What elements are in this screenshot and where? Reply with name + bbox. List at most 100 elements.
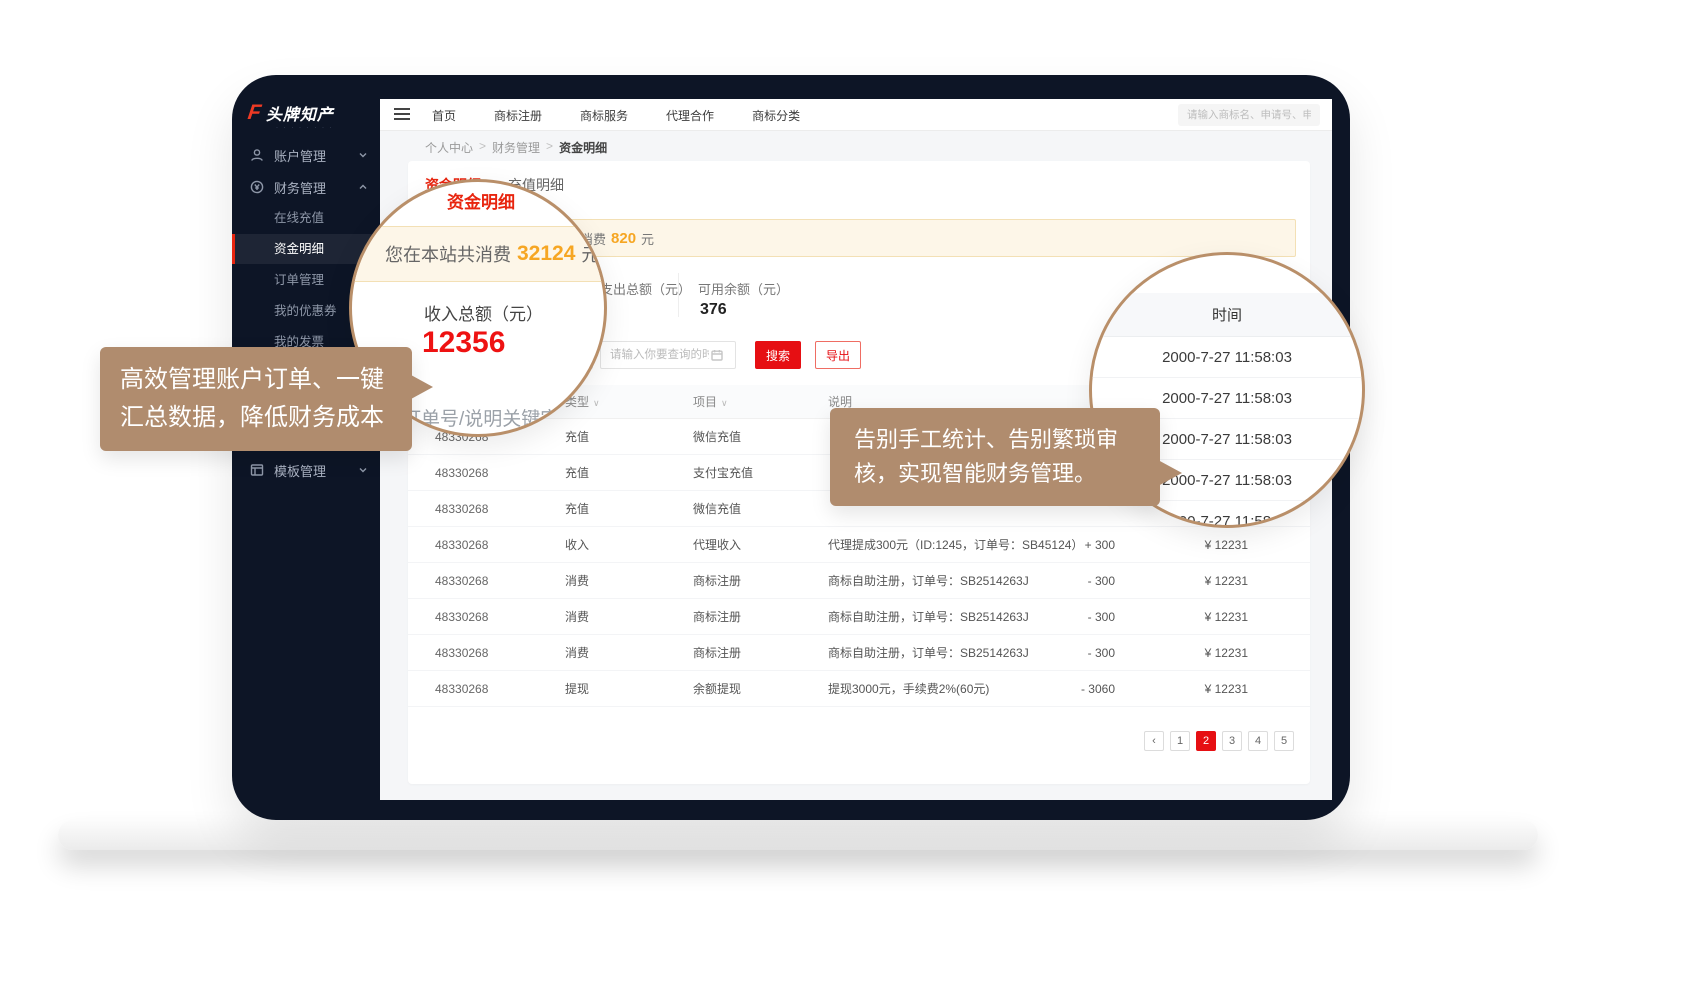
- table-row: 48330268提现余额提现提现3000元，手续费2%(60元)- 3060¥ …: [408, 671, 1310, 707]
- table-cell: 2000-7-27 11:58:03: [1248, 682, 1310, 696]
- table-cell: 提现: [565, 680, 693, 697]
- table-cell: - 300: [1040, 574, 1115, 588]
- table-cell: 2000-7-27 11:58:03: [1248, 646, 1310, 660]
- magnified-tab-label: 资金明细: [447, 188, 515, 213]
- table-cell: - 300: [1040, 646, 1115, 660]
- table-cell: + 300: [1040, 538, 1115, 552]
- table-cell: - 300: [1040, 610, 1115, 624]
- sidebar-item-account[interactable]: 账户管理: [232, 140, 380, 170]
- brand-logo-icon: F: [246, 101, 262, 125]
- pagination-page-button[interactable]: 4: [1248, 731, 1268, 751]
- table-cell: 48330268: [435, 610, 565, 624]
- breadcrumb-item[interactable]: 个人中心: [425, 139, 473, 156]
- table-cell: 2000-7-27 11:58:03: [1248, 574, 1310, 588]
- table-cell: 商标注册: [693, 644, 828, 661]
- table-cell: 代理提成300元（ID:1245，订单号：SB45124）: [828, 536, 1040, 553]
- table-cell: 提现3000元，手续费2%(60元): [828, 680, 1040, 697]
- sidebar-item-template[interactable]: 模板管理: [232, 455, 380, 485]
- chevron-up-icon: [358, 182, 368, 192]
- pagination-page-button[interactable]: 2: [1196, 731, 1216, 751]
- table-cell: 消费: [565, 608, 693, 625]
- sidebar-item-label: 财务管理: [274, 178, 326, 197]
- table-cell: 商标自助注册，订单号：SB2514263J: [828, 608, 1040, 625]
- chevron-down-icon: [358, 465, 368, 475]
- hamburger-menu-icon[interactable]: [394, 108, 410, 123]
- magnified-keyword-placeholder: 订单号/说明关键字: [402, 404, 559, 431]
- table-cell: 48330268: [435, 502, 565, 516]
- magnified-time-header: 时间: [1092, 293, 1362, 337]
- banner-unit: 元: [641, 229, 654, 248]
- table-cell: 充值: [565, 464, 693, 481]
- table-cell: 48330268: [435, 538, 565, 552]
- table-row: 48330268收入代理收入代理提成300元（ID:1245，订单号：SB451…: [408, 527, 1310, 563]
- pagination-page-button[interactable]: 5: [1274, 731, 1294, 751]
- brand-logo[interactable]: F 头牌知产: [248, 101, 334, 125]
- search-button[interactable]: 搜索: [755, 341, 801, 369]
- breadcrumb: 个人中心>财务管理>资金明细: [425, 139, 607, 156]
- sidebar-item-label: 模板管理: [274, 461, 326, 480]
- table-cell: 2000-7-27 11:58:03: [1248, 610, 1310, 624]
- table-cell: 微信充值: [693, 500, 828, 517]
- magnified-banner-text: 您在本站共消费: [385, 241, 511, 267]
- table-header-cell[interactable]: 类型∨: [565, 393, 693, 410]
- topbar: 首页 商标注册 商标服务 代理合作 商标分类: [380, 99, 1332, 131]
- stat-divider: [678, 273, 679, 317]
- brand-tagline: · · · · · · · ·: [276, 125, 334, 131]
- topnav-item[interactable]: 商标分类: [752, 107, 800, 124]
- topnav-item[interactable]: 商标服务: [580, 107, 628, 124]
- table-cell: 48330268: [435, 682, 565, 696]
- table-cell: 2000-7-27 11:58:03: [1248, 538, 1310, 552]
- table-cell: ¥ 12231: [1115, 574, 1248, 588]
- magnified-banner: 您在本站共消费 32124 元: [349, 226, 607, 282]
- table-cell: 收入: [565, 536, 693, 553]
- pagination-page-button[interactable]: 1: [1170, 731, 1190, 751]
- user-icon: [250, 148, 264, 162]
- table-cell: 充值: [565, 428, 693, 445]
- magnified-banner-amount: 32124: [517, 242, 575, 266]
- pagination-prev-button[interactable]: ‹: [1144, 731, 1164, 751]
- finance-icon: [250, 180, 264, 194]
- callout-left-arrow: [411, 375, 433, 399]
- breadcrumb-item[interactable]: 财务管理: [492, 139, 540, 156]
- brand-name: 头牌知产: [266, 101, 334, 125]
- topnav-item[interactable]: 首页: [432, 107, 456, 124]
- callout-right-text: 告别手工统计、告别繁琐审核，实现智能财务管理。: [854, 427, 1118, 486]
- table-row: 48330268消费商标注册商标自助注册，订单号：SB2514263J- 300…: [408, 599, 1310, 635]
- trademark-search-input[interactable]: [1178, 104, 1320, 126]
- export-button[interactable]: 导出: [815, 341, 861, 369]
- calendar-icon: [711, 349, 723, 361]
- table-cell: 商标自助注册，订单号：SB2514263J: [828, 644, 1040, 661]
- table-cell: 支付宝充值: [693, 464, 828, 481]
- table-cell: 微信充值: [693, 428, 828, 445]
- table-header-cell[interactable]: 项目∨: [693, 393, 828, 410]
- table-cell: ¥ 12231: [1115, 646, 1248, 660]
- template-icon: [250, 463, 264, 477]
- table-cell: - 3060: [1040, 682, 1115, 696]
- table-cell: ¥ 12231: [1115, 538, 1248, 552]
- table-cell: 代理收入: [693, 536, 828, 553]
- table-cell: ¥ 12231: [1115, 682, 1248, 696]
- table-row: 48330268消费商标注册商标自助注册，订单号：SB2514263J- 300…: [408, 635, 1310, 671]
- callout-right: 告别手工统计、告别繁琐审核，实现智能财务管理。: [830, 408, 1160, 506]
- callout-right-arrow: [1158, 460, 1182, 486]
- page: F 头牌知产 · · · · · · · · 账户管理 财务管理 在线充值资金明…: [0, 0, 1696, 1002]
- callout-left: 高效管理账户订单、一键汇总数据，降低财务成本: [100, 347, 412, 451]
- sort-caret-icon: ∨: [593, 398, 600, 408]
- table-cell: 消费: [565, 572, 693, 589]
- table-cell: 48330268: [435, 646, 565, 660]
- table-cell: 商标注册: [693, 608, 828, 625]
- table-cell: ¥ 12231: [1115, 610, 1248, 624]
- topnav-item[interactable]: 代理合作: [666, 107, 714, 124]
- stat-balance-value: 376: [700, 301, 727, 319]
- topnav-item[interactable]: 商标注册: [494, 107, 542, 124]
- table-cell: 充值: [565, 500, 693, 517]
- callout-left-text: 高效管理账户订单、一键汇总数据，降低财务成本: [120, 366, 384, 431]
- breadcrumb-separator: >: [546, 139, 553, 156]
- magnified-banner-unit: 元: [581, 241, 599, 267]
- pagination-page-button[interactable]: 3: [1222, 731, 1242, 751]
- sidebar-item-finance[interactable]: 财务管理: [232, 172, 380, 202]
- breadcrumb-separator: >: [479, 139, 486, 156]
- table-cell: 消费: [565, 644, 693, 661]
- magnified-income-value: 12356: [422, 326, 505, 360]
- topnav: 首页 商标注册 商标服务 代理合作 商标分类: [432, 99, 800, 131]
